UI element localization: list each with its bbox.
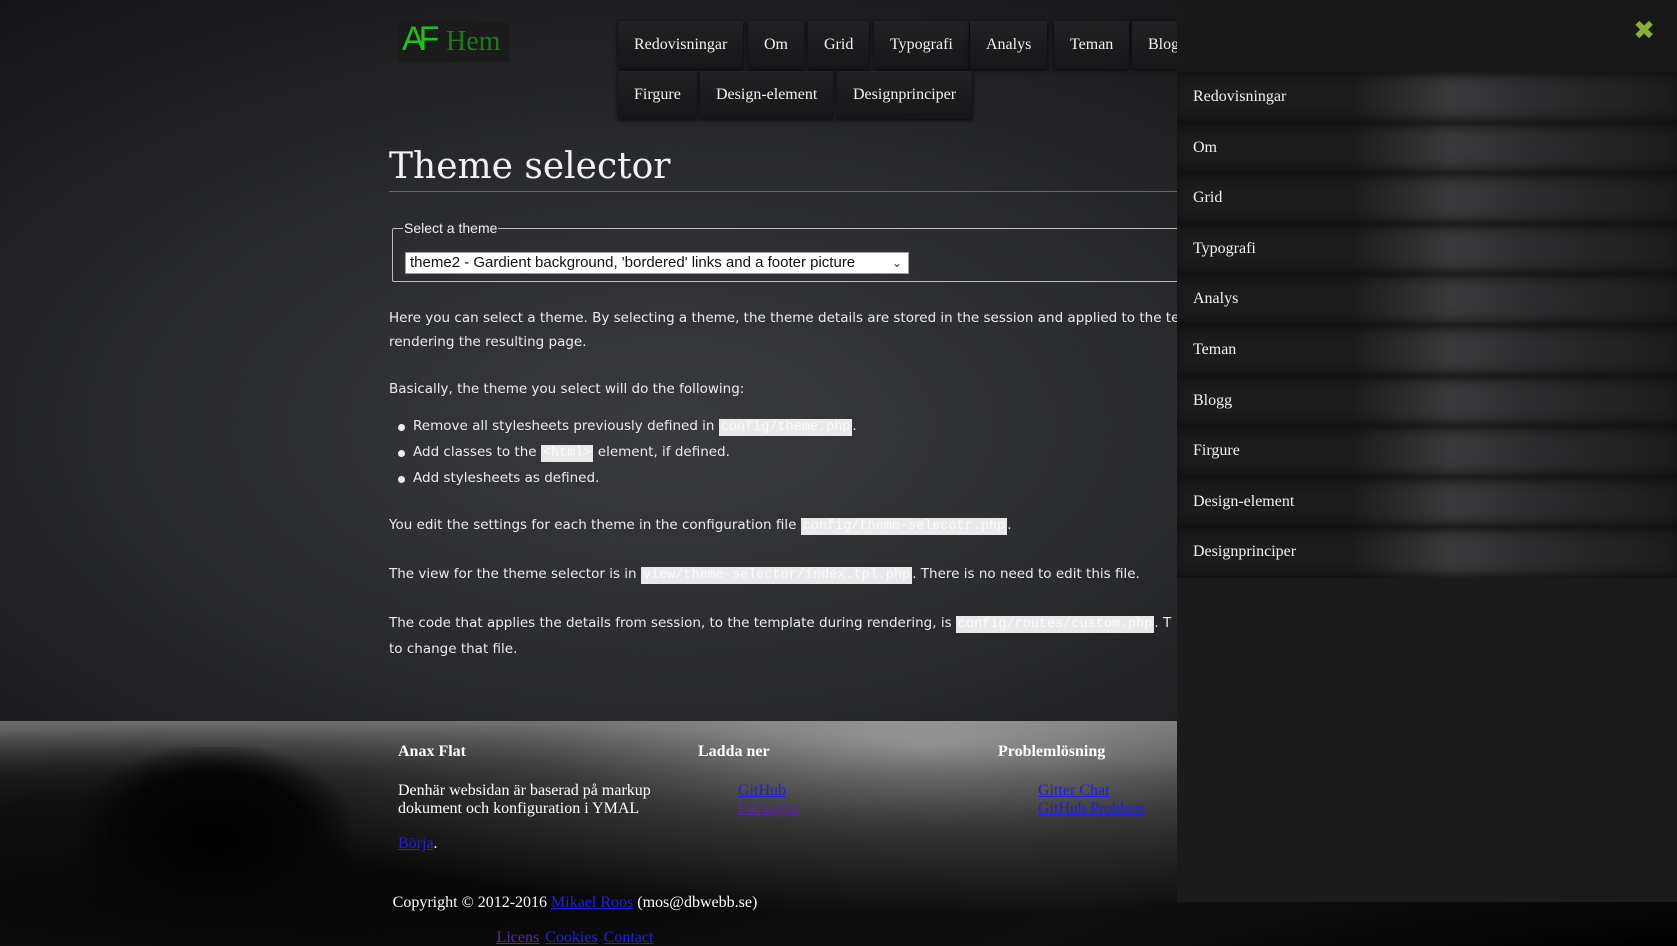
theme-select[interactable]: theme2 - Gardient background, 'bordered'…	[405, 252, 909, 274]
side-menu-item-typografi[interactable]: Typografi	[1177, 223, 1677, 275]
copyright-email: (mos@dbwebb.se)	[633, 894, 758, 911]
copyright-text: Copyright © 2012-2016	[392, 894, 552, 911]
title-divider	[389, 191, 1179, 192]
nav-item-typografi[interactable]: Typografi	[874, 21, 969, 69]
footer-col-anax: Anax Flat Denhär websidan är baserad på …	[398, 743, 668, 853]
list-item-text: Add classes to the	[413, 444, 541, 460]
behavior-list: Remove all stylesheets previously define…	[389, 414, 1189, 491]
code-snippet: <html>	[540, 445, 594, 462]
footer-link-packagist[interactable]: Packagist	[738, 800, 799, 818]
footer-link-borja[interactable]: Börja	[398, 835, 434, 852]
nav-item-teman[interactable]: Teman	[1054, 21, 1130, 69]
nav-item-designprinciper[interactable]: Designprinciper	[837, 71, 973, 119]
author-link[interactable]: Mikael Roos	[551, 894, 633, 911]
list-item: Remove all stylesheets previously define…	[389, 414, 1189, 440]
footer-link-licens[interactable]: Licens	[497, 929, 540, 946]
copyright: Copyright © 2012-2016 Mikael Roos (mos@d…	[0, 894, 1150, 912]
side-menu-item-grid[interactable]: Grid	[1177, 173, 1677, 224]
list-item-text: .	[852, 418, 857, 434]
view-paragraph: The view for the theme selector is in vi…	[389, 562, 1189, 588]
side-menu-panel: ✖ Redovisningar Om Grid Typografi Analys…	[1177, 0, 1677, 902]
side-menu-item-designprinciper[interactable]: Designprinciper	[1177, 527, 1677, 578]
footer-col-troubleshooting: Problemlösning Gitter Chat GitHub Proble…	[998, 743, 1144, 818]
intro-text-line1: Here you can select a theme. By selectin…	[389, 310, 1227, 326]
code-snippet: config/theme.php	[718, 419, 853, 436]
footer-heading: Anax Flat	[398, 743, 466, 760]
edit-paragraph: You edit the settings for each theme in …	[389, 513, 1189, 539]
footer-link-github-problem[interactable]: GitHub Problem	[1038, 800, 1144, 818]
main-content: Here you can select a theme. By selectin…	[389, 306, 1227, 684]
intro-text-line2: rendering the resulting page.	[389, 334, 587, 350]
list-item-text: Add stylesheets as defined.	[413, 470, 600, 486]
logo-home-text: Hem	[446, 26, 501, 57]
theme-fieldset: Select a theme theme2 - Gardient backgro…	[392, 220, 1192, 282]
side-menu-header: ✖	[1177, 0, 1677, 72]
paragraph-text: . There is no need to edit this file.	[912, 566, 1140, 582]
list-item-text: element, if defined.	[593, 444, 730, 460]
theme-select-value: theme2 - Gardient background, 'bordered'…	[410, 254, 856, 271]
paragraph-text: .	[1007, 517, 1012, 533]
paragraph-text: You edit the settings for each theme in …	[389, 517, 801, 533]
footer-tree-silhouette	[80, 747, 350, 897]
footer-link-github[interactable]: GitHub	[738, 782, 799, 800]
footer-bottom-links: Licens Cookies Contact	[0, 929, 1150, 946]
site-logo[interactable]: AF Hem	[398, 22, 509, 62]
nav-item-analys[interactable]: Analys	[970, 21, 1048, 69]
side-menu-item-firgure[interactable]: Firgure	[1177, 426, 1677, 477]
side-menu-item-design-element[interactable]: Design-element	[1177, 476, 1677, 528]
nav-item-redovisningar[interactable]: Redovisningar	[618, 21, 744, 69]
footer-description: Denhär websidan är baserad på markup dok…	[398, 782, 651, 817]
nav-item-grid[interactable]: Grid	[808, 21, 870, 69]
paragraph-text: . T	[1154, 615, 1172, 631]
list-item: Add classes to the <html> element, if de…	[389, 440, 1189, 466]
side-menu-item-redovisningar[interactable]: Redovisningar	[1177, 72, 1677, 123]
footer-link-gitter-chat[interactable]: Gitter Chat	[1038, 782, 1144, 800]
side-menu-item-om[interactable]: Om	[1177, 122, 1677, 174]
logo-initials: AF	[402, 22, 440, 58]
chevron-down-icon: ⌄	[891, 256, 902, 270]
footer-link-cookies[interactable]: Cookies	[545, 929, 597, 946]
code-snippet: view/theme-selector/index.tpl.php	[640, 567, 913, 584]
footer-link-suffix: .	[433, 835, 438, 852]
footer-link-contact[interactable]: Contact	[604, 929, 654, 946]
nav-item-design-element[interactable]: Design-element	[700, 71, 834, 119]
page-title: Theme selector	[389, 146, 671, 187]
footer-heading: Ladda ner	[698, 743, 770, 760]
theme-fieldset-legend: Select a theme	[404, 220, 498, 236]
list-item: Add stylesheets as defined.	[389, 466, 1189, 491]
basically-paragraph: Basically, the theme you select will do …	[389, 381, 745, 397]
footer-heading: Problemlösning	[998, 743, 1106, 760]
code-paragraph: The code that applies the details from s…	[389, 611, 1189, 661]
side-menu-item-teman[interactable]: Teman	[1177, 324, 1677, 376]
code-snippet: config/theme-selecotr.php	[800, 518, 1008, 535]
side-menu-item-blogg[interactable]: Blogg	[1177, 375, 1677, 427]
paragraph-text: to change that file.	[389, 641, 518, 657]
nav-item-firgure[interactable]: Firgure	[618, 71, 697, 119]
close-icon[interactable]: ✖	[1633, 16, 1655, 46]
side-menu-item-analys[interactable]: Analys	[1177, 274, 1677, 325]
nav-item-om[interactable]: Om	[748, 21, 804, 69]
intro-paragraph: Here you can select a theme. By selectin…	[389, 306, 1227, 354]
code-snippet: config/routes/custom.php	[955, 616, 1155, 633]
list-item-text: Remove all stylesheets previously define…	[413, 418, 719, 434]
paragraph-text: The view for the theme selector is in	[389, 566, 641, 582]
paragraph-text: The code that applies the details from s…	[389, 615, 956, 631]
footer-col-download: Ladda ner GitHub Packagist	[698, 743, 799, 818]
